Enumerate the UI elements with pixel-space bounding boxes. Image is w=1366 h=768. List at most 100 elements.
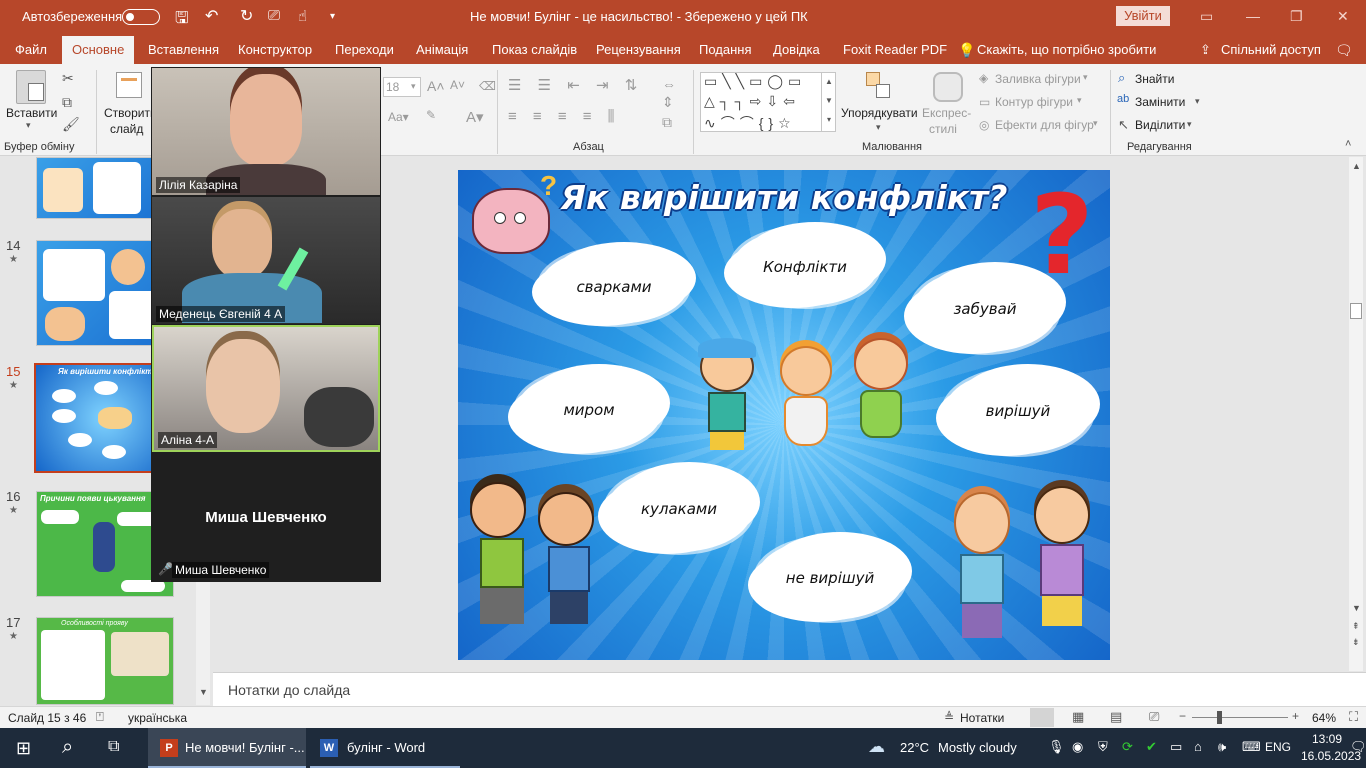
tab-animations[interactable]: Анімація	[416, 42, 468, 57]
slide-thumbnail[interactable]: Особливості прояву	[36, 617, 174, 705]
search-icon[interactable]: ⌕	[62, 736, 73, 759]
arrange-dropdown-icon[interactable]: ▾	[876, 122, 881, 133]
copy-icon[interactable]: ⧉	[62, 94, 72, 111]
windows-start-icon[interactable]: ⊞	[16, 738, 31, 759]
arrange-icon[interactable]	[866, 72, 890, 100]
zoom-out-icon[interactable]: −	[1179, 709, 1186, 723]
participant-no-video[interactable]: Миша Шевченко 🎤 Миша Шевченко	[152, 454, 380, 580]
microphone-icon[interactable]: 🎙	[1048, 739, 1065, 755]
smartart-icon[interactable]: ⧉	[662, 114, 672, 131]
close-icon[interactable]: ✕	[1337, 8, 1349, 25]
collapse-ribbon-icon[interactable]: ˄	[1345, 138, 1351, 150]
comments-icon[interactable]: 🗨	[1335, 42, 1353, 59]
notes-pane[interactable]: Нотатки до слайда	[213, 672, 1366, 706]
participant-video[interactable]: Лілія Казаріна	[152, 68, 380, 195]
scroll-thumb[interactable]	[1350, 303, 1362, 319]
font-size-field[interactable]: 18 ▾	[383, 77, 421, 97]
participant-video-active-speaker[interactable]: Аліна 4-А	[152, 325, 380, 452]
shape-effects-button[interactable]: Ефекти для фігур	[995, 118, 1094, 132]
undo-icon[interactable]: ↶	[205, 6, 218, 26]
zoom-level[interactable]: 64%	[1312, 711, 1336, 725]
zoom-slider-thumb[interactable]	[1217, 711, 1222, 724]
clear-format-icon[interactable]: ⌫	[479, 79, 496, 93]
tab-slideshow[interactable]: Показ слайдів	[492, 42, 577, 57]
align-text-icon[interactable]: ⇕	[662, 94, 674, 111]
sync-icon[interactable]: ⟳	[1122, 739, 1133, 755]
slideshow-icon[interactable]: ⎚	[1149, 709, 1159, 725]
security-icon[interactable]: ⛨	[1098, 739, 1108, 755]
zoom-slider[interactable]	[1192, 717, 1288, 718]
notifications-icon[interactable]: 🗨	[1350, 739, 1366, 755]
tab-view[interactable]: Подання	[699, 42, 752, 57]
cut-icon[interactable]: ✂	[62, 70, 74, 87]
paste-button[interactable]: Вставити	[6, 106, 57, 120]
increase-font-icon[interactable]: A˄	[427, 78, 445, 94]
tab-home[interactable]: Основне	[62, 36, 135, 64]
tab-help[interactable]: Довідка	[773, 42, 820, 57]
taskbar-app-powerpoint[interactable]: P Не мовчи! Булінг -...	[148, 728, 306, 768]
tab-review[interactable]: Рецензування	[596, 42, 681, 57]
tab-transitions[interactable]: Переходи	[335, 42, 394, 57]
align-icon[interactable]: ≡ ≡ ≡ ≡ ⫼	[508, 108, 621, 125]
change-case-icon[interactable]: Aa▾	[388, 110, 409, 124]
notes-button[interactable]: Нотатки	[960, 711, 1004, 725]
decrease-font-icon[interactable]: A˅	[450, 78, 465, 92]
network-icon[interactable]: ⌂	[1194, 739, 1202, 754]
shape-fill-button[interactable]: Заливка фігури	[995, 72, 1081, 86]
autosave-toggle[interactable]	[122, 9, 160, 25]
participant-video[interactable]: Меденець Євгеній 4 А	[152, 197, 380, 324]
shape-outline-button[interactable]: Контур фігури	[995, 95, 1073, 109]
format-painter-icon[interactable]: 🖌	[62, 116, 80, 133]
editor-scrollbar[interactable]: ▲ ▼ ⇞ ⇟	[1349, 157, 1363, 671]
font-color-icon[interactable]: A▾	[466, 108, 484, 126]
redo-icon[interactable]: ↻	[240, 6, 253, 26]
tab-design[interactable]: Конструктор	[238, 42, 312, 57]
maximize-icon[interactable]: ❐	[1290, 8, 1303, 25]
find-button[interactable]: Знайти	[1135, 72, 1174, 86]
arrange-button[interactable]: Упорядкувати	[841, 106, 918, 120]
signin-button[interactable]: Увійти	[1116, 6, 1170, 26]
tell-me-input[interactable]: Скажіть, що потрібно зробити	[977, 42, 1156, 57]
touch-mode-icon[interactable]: ☝	[298, 7, 307, 25]
save-icon[interactable]: 🖫	[175, 7, 189, 34]
customize-qat-icon[interactable]: ▾	[330, 11, 335, 22]
replace-button[interactable]: Замінити	[1135, 95, 1185, 109]
clock-time[interactable]: 13:09	[1312, 732, 1342, 746]
tab-insert[interactable]: Вставлення	[148, 42, 219, 57]
paste-dropdown-icon[interactable]: ▾	[26, 120, 31, 131]
language-indicator[interactable]: українська	[128, 711, 187, 725]
highlight-icon[interactable]: ✎	[426, 108, 436, 122]
minimize-icon[interactable]: —	[1246, 8, 1260, 24]
weather-description[interactable]: Mostly cloudy	[938, 740, 1017, 755]
paste-icon[interactable]	[16, 70, 46, 104]
input-language[interactable]: ENG	[1265, 740, 1291, 754]
task-view-icon[interactable]: ⧉	[108, 738, 119, 756]
current-slide[interactable]: Як вирішити конфлікт? ? ? сварками Конфл…	[458, 170, 1110, 660]
select-button[interactable]: Виділити	[1135, 118, 1185, 132]
keyboard-icon[interactable]: ⌨	[1242, 739, 1261, 755]
new-slide-button[interactable]: Створити	[104, 106, 157, 120]
shapes-gallery[interactable]: ▭╲╲▭◯▭ △┐┐⇨⇩⇦ ∿⌒⌒{}☆	[700, 72, 836, 132]
share-button[interactable]: Спільний доступ	[1221, 42, 1321, 57]
ribbon-display-icon[interactable]: ▭	[1200, 8, 1213, 25]
bullets-icon[interactable]: ☰ ☰ ⇤ ⇥ ⇅	[508, 76, 643, 94]
fit-slide-icon[interactable]: ⛶	[1349, 709, 1358, 725]
battery-icon[interactable]: ▭	[1170, 739, 1182, 755]
present-icon[interactable]: ⎚	[268, 7, 280, 24]
video-call-panel[interactable]: Лілія Казаріна Меденець Євгеній 4 А Алін…	[151, 67, 381, 582]
taskbar-app-word[interactable]: W булінг - Word	[310, 728, 460, 768]
quick-styles-icon[interactable]	[933, 72, 963, 102]
zoom-in-icon[interactable]: +	[1292, 709, 1299, 723]
zoom-app-icon[interactable]: ◉	[1072, 739, 1083, 755]
text-direction-icon[interactable]: ⇔	[662, 76, 676, 92]
volume-icon[interactable]: 🕪	[1218, 739, 1226, 755]
normal-view-icon[interactable]	[1030, 708, 1054, 727]
weather-temperature[interactable]: 22°C	[900, 740, 929, 755]
next-slide-icon[interactable]: ⇟	[1352, 637, 1360, 648]
shield-icon[interactable]: ✔	[1146, 739, 1157, 755]
spellcheck-icon[interactable]: ⍞	[96, 709, 104, 725]
reading-view-icon[interactable]: ▤	[1110, 709, 1122, 725]
tab-foxit[interactable]: Foxit Reader PDF	[843, 42, 947, 57]
tab-file[interactable]: Файл	[15, 42, 47, 57]
slide-sorter-icon[interactable]: ▦	[1072, 709, 1084, 725]
